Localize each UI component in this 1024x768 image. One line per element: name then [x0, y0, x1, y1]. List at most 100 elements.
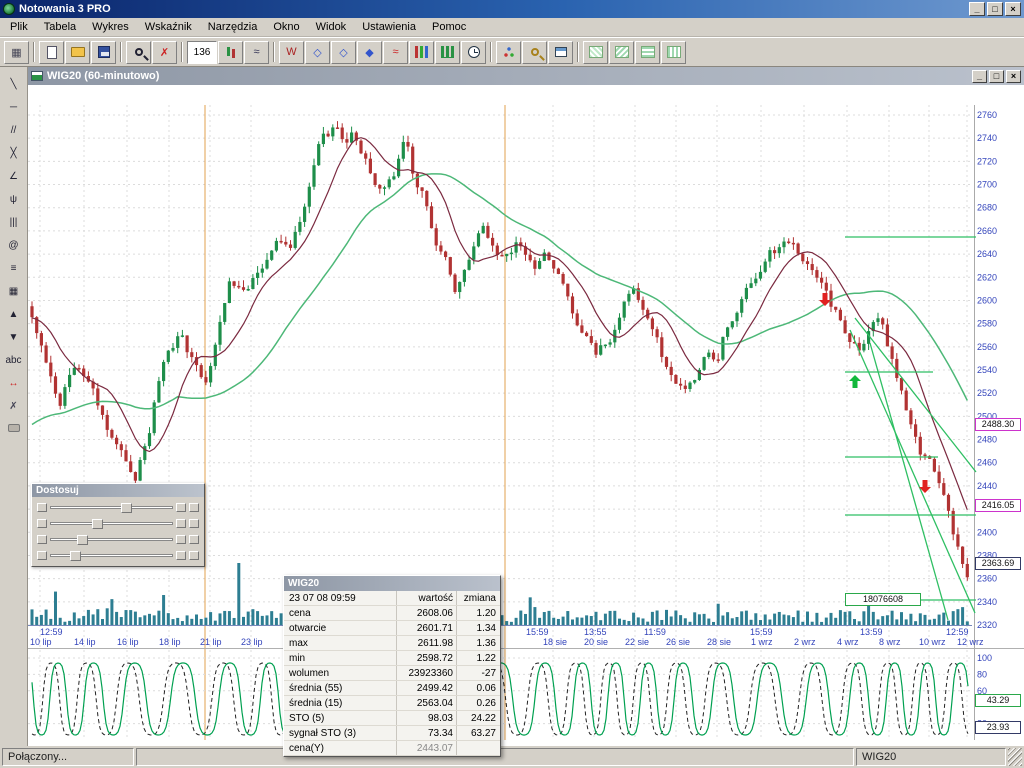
menu-item-okno[interactable]: Okno — [265, 19, 307, 35]
close-button[interactable]: × — [1005, 2, 1021, 16]
double-arrow-tool[interactable]: ↔ — [2, 374, 26, 393]
zigzag-button[interactable]: ≈ — [383, 41, 408, 64]
histogram-button[interactable] — [409, 41, 434, 64]
tooltip-row-value: 2499.42 — [396, 681, 456, 695]
maximize-button[interactable]: □ — [987, 2, 1003, 16]
slider-track[interactable] — [50, 538, 173, 541]
tooltip-row-change: 0.06 — [456, 681, 500, 695]
slider-right-button-1[interactable] — [176, 535, 186, 544]
active-symbol: WIG20 — [856, 748, 1006, 766]
slider-right-button-2[interactable] — [189, 519, 199, 528]
slider-right-button-2[interactable] — [189, 503, 199, 512]
workspace: ╲ ─ // ╳ ∠ ψ ||| @ ≡ ▦ ▲ ▼ abc ↔ ✗ WIG20 (60-minutowo)… — [0, 67, 1024, 746]
tooltip-row-change: 24.22 — [456, 711, 500, 725]
pattern-button-2[interactable] — [609, 41, 634, 64]
main-titlebar[interactable]: Notowania 3 PRO _ □ × — [0, 0, 1024, 18]
clock-button[interactable] — [461, 41, 486, 64]
slider-right-button-1[interactable] — [176, 503, 186, 512]
arrow-down-tool[interactable]: ▼ — [2, 328, 26, 347]
diamond-tool-1[interactable]: ◇ — [305, 41, 330, 64]
menu-item-wskaznik[interactable]: Wskaźnik — [137, 19, 200, 35]
pattern-button-4[interactable] — [661, 41, 686, 64]
dostosuj-titlebar[interactable]: Dostosuj — [32, 484, 204, 497]
slider-handle[interactable] — [77, 535, 88, 545]
slider-handle[interactable] — [92, 519, 103, 529]
slider-track[interactable] — [50, 506, 173, 509]
slider-handle[interactable] — [70, 551, 81, 561]
price-chart[interactable]: 2760274027202700268026602640262026002580… — [28, 85, 1024, 746]
window-controls: _ □ × — [967, 2, 1021, 16]
slider-row-1 — [37, 503, 199, 512]
diamond-tool-2[interactable]: ◇ — [331, 41, 356, 64]
menu-item-narzedzia[interactable]: Narzędzia — [200, 19, 266, 35]
chart-window-icon — [31, 71, 43, 81]
channel-tool[interactable]: ╳ — [2, 144, 26, 163]
slider-right-button-1[interactable] — [176, 519, 186, 528]
menu-item-tabela[interactable]: Tabela — [36, 19, 84, 35]
chart-area[interactable]: 2760274027202700268026602640262026002580… — [28, 85, 1024, 746]
x-axis-date-label: 1 wrz — [751, 637, 773, 647]
menu-item-ustawienia[interactable]: Ustawienia — [354, 19, 424, 35]
pattern-button-3[interactable] — [635, 41, 660, 64]
slider-right-button-2[interactable] — [189, 551, 199, 560]
tooltip-row-change: 1.36 — [456, 636, 500, 650]
bars-count-box[interactable]: 136 — [187, 41, 217, 64]
w-pattern-button[interactable]: W — [279, 41, 304, 64]
menu-item-plik[interactable]: Plik — [2, 19, 36, 35]
tooltip-row-label: min — [284, 651, 396, 665]
slider-track[interactable] — [50, 522, 173, 525]
candle-chart-button[interactable] — [218, 41, 243, 64]
slider-left-button[interactable] — [37, 535, 47, 544]
trend-line-tool[interactable]: ╲ — [2, 75, 26, 94]
slider-left-button[interactable] — [37, 551, 47, 560]
green-histogram-button[interactable] — [435, 41, 460, 64]
slider-right-button-2[interactable] — [189, 535, 199, 544]
line-chart-button[interactable]: ≈ — [244, 41, 269, 64]
search-plus-button[interactable] — [522, 41, 547, 64]
dostosuj-sliders — [32, 497, 204, 566]
delete-button[interactable]: ✗ — [152, 41, 177, 64]
gann-grid-tool[interactable]: ▦ — [2, 282, 26, 301]
chart-window-titlebar[interactable]: WIG20 (60-minutowo) _ □ × — [28, 67, 1024, 85]
resize-grip[interactable] — [1008, 748, 1022, 766]
new-window-button[interactable] — [548, 41, 573, 64]
dots-pattern-button[interactable] — [496, 41, 521, 64]
open-file-button[interactable] — [65, 41, 90, 64]
parallel-lines-tool[interactable]: // — [2, 121, 26, 140]
y-axis-label: 2320 — [977, 620, 997, 630]
save-button[interactable] — [91, 41, 116, 64]
slider-track[interactable] — [50, 554, 173, 557]
new-file-button[interactable] — [39, 41, 64, 64]
slider-handle[interactable] — [121, 503, 132, 513]
horizontal-line-tool[interactable]: ─ — [2, 98, 26, 117]
slider-left-button[interactable] — [37, 503, 47, 512]
menu-item-widok[interactable]: Widok — [308, 19, 355, 35]
dostosuj-panel[interactable]: Dostosuj — [31, 483, 205, 567]
chart-restore-button[interactable]: □ — [989, 70, 1004, 83]
minimize-button[interactable]: _ — [969, 2, 985, 16]
menu-item-pomoc[interactable]: Pomoc — [424, 19, 474, 35]
zoom-button[interactable] — [126, 41, 151, 64]
data-tooltip-window[interactable]: WIG20 23 07 08 09:59 wartość zmiana cena… — [283, 575, 501, 757]
tooltip-titlebar[interactable]: WIG20 — [284, 576, 500, 591]
diamond-tool-3[interactable]: ◆ — [357, 41, 382, 64]
slider-left-button[interactable] — [37, 519, 47, 528]
delete-object-tool[interactable]: ✗ — [2, 397, 26, 416]
pattern-button-1[interactable] — [583, 41, 608, 64]
spiral-tool[interactable]: @ — [2, 236, 26, 255]
horizontal-grid-tool[interactable]: ≡ — [2, 259, 26, 278]
menu-item-wykres[interactable]: Wykres — [84, 19, 137, 35]
y-axis-label: 2700 — [977, 180, 997, 190]
arrow-up-tool[interactable]: ▲ — [2, 305, 26, 324]
angle-tool[interactable]: ∠ — [2, 167, 26, 186]
tile-windows-button[interactable]: ▦ — [4, 41, 29, 64]
text-tool[interactable]: abc — [2, 351, 26, 370]
chart-minimize-button[interactable]: _ — [972, 70, 987, 83]
pitchfork-tool[interactable]: ψ — [2, 190, 26, 209]
slider-right-button-1[interactable] — [176, 551, 186, 560]
eraser-tool[interactable] — [2, 420, 26, 439]
tooltip-row-label: średnia (55) — [284, 681, 396, 695]
tooltip-row-value: 2601.71 — [396, 621, 456, 635]
vertical-grid-tool[interactable]: ||| — [2, 213, 26, 232]
chart-close-button[interactable]: × — [1006, 70, 1021, 83]
